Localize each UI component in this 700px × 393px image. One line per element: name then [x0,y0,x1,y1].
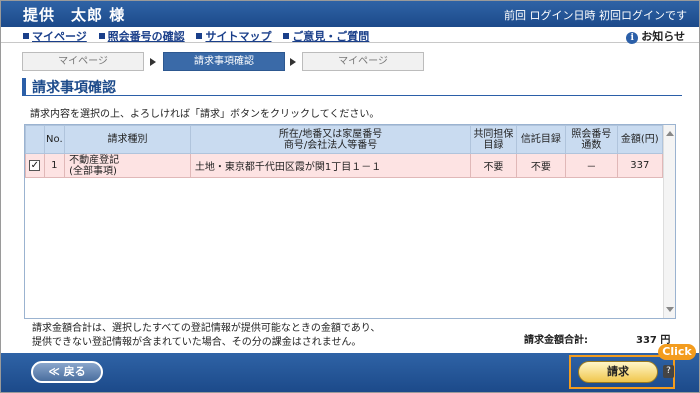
notice-link[interactable]: i お知らせ [626,28,685,44]
row-type-line1: 不動産登記 [69,154,120,166]
scroll-up-icon[interactable] [666,131,674,136]
billing-note: 請求金額合計は、選択したすべての登記情報が提供可能なときの金額であり、 提供でき… [32,322,380,350]
table-header-row: No. 請求種別 所在/地番又は家屋番号 商号/会社法人等番号 共同担保 目録 … [25,125,664,154]
total-label: 請求金額合計: [524,335,588,346]
last-login-info: 前回 ログイン日時 初回ログインです [504,9,687,22]
step-indicator: マイページ 請求事項確認 マイページ [22,52,442,71]
table-row[interactable]: ✓ 1 不動産登記 (全部事項) 土地・東京都千代田区霞が関1丁目１－１ 不要 … [25,153,664,178]
info-icon: i [626,32,639,44]
notice-label: お知らせ [641,30,685,43]
billing-note-line1: 請求金額合計は、選択したすべての登記情報が提供可能なときの金額であり、 [32,323,381,334]
user-name: 提供 太郎 様 [23,6,126,24]
nav-link-mypage[interactable]: マイページ [32,30,87,43]
nav-link-sitemap[interactable]: サイトマップ [205,30,271,43]
scroll-down-icon[interactable] [666,307,674,312]
row-trust: 不要 [515,153,567,178]
click-callout: Click [658,344,696,360]
back-button[interactable]: ≪ 戻る [31,361,103,383]
step-request-confirm: 請求事項確認 [163,52,285,71]
billing-note-line2: 提供できない登記情報が含まれていた場合、その分の課金はされません。 [32,337,362,348]
header-checkbox-col [25,125,45,154]
header-joint-line1: 共同担保 [473,128,514,140]
page-title: 請求事項確認 [32,80,116,96]
header-amount: 金額(円) [616,125,664,154]
header-joint-collateral: 共同担保 目録 [470,125,517,154]
request-table: No. 請求種別 所在/地番又は家屋番号 商号/会社法人等番号 共同担保 目録 … [25,125,664,178]
step-arrow-icon [290,58,296,66]
step-mypage-final: マイページ [302,52,424,71]
nav-links: マイページ 照会番号の確認 サイトマップ ご意見・ご質問 [23,28,377,44]
row-joint: 不要 [470,153,517,178]
header-location: 所在/地番又は家屋番号 商号/会社法人等番号 [189,125,472,154]
nav-link-reference-number[interactable]: 照会番号の確認 [108,30,185,43]
request-button[interactable]: 請求 [578,361,658,383]
bullet-icon [196,33,203,39]
nav-link-feedback[interactable]: ご意見・ご質問 [292,30,369,43]
request-table-container: No. 請求種別 所在/地番又は家屋番号 商号/会社法人等番号 共同担保 目録 … [24,124,676,319]
header-location-line2: 商号/会社法人等番号 [283,139,378,151]
total-amount: 請求金額合計: 337 円 [524,331,670,346]
header-bar: 提供 太郎 様 前回 ログイン日時 初回ログインです [1,1,699,27]
row-ref: － [565,153,618,178]
step-arrow-icon [150,58,156,66]
header-no: No. [43,125,66,154]
row-amount: 337 [616,153,664,178]
instruction-text: 請求内容を選択の上、よろしければ「請求」ボタンをクリックしてください。 [30,109,380,120]
bullet-icon [283,33,290,39]
row-type-line2: (全部事項) [69,165,117,177]
page-title-bar: 請求事項確認 [22,78,682,96]
bullet-icon [98,33,105,39]
row-checkbox[interactable]: ✓ [29,160,41,171]
row-type: 不動産登記 (全部事項) [64,153,191,178]
footer-bar: ≪ 戻る 請求 ? [1,353,699,392]
header-trust: 信託目録 [515,125,567,154]
row-checkbox-cell[interactable]: ✓ [25,153,45,178]
help-icon[interactable]: ? [663,365,674,378]
bullet-icon [23,33,29,39]
header-type: 請求種別 [64,125,191,154]
header-ref-line2: 通数 [581,139,602,151]
row-no: 1 [43,153,66,178]
step-mypage: マイページ [22,52,144,71]
header-location-line1: 所在/地番又は家屋番号 [278,128,383,140]
header-joint-line2: 目録 [483,139,504,151]
header-ref-line1: 照会番号 [571,128,612,140]
row-location: 土地・東京都千代田区霞が関1丁目１－１ [189,153,472,178]
global-nav: マイページ 照会番号の確認 サイトマップ ご意見・ご質問 i お知らせ [1,27,699,44]
header-reference: 照会番号 通数 [565,125,618,154]
table-scrollbar[interactable] [663,125,675,318]
